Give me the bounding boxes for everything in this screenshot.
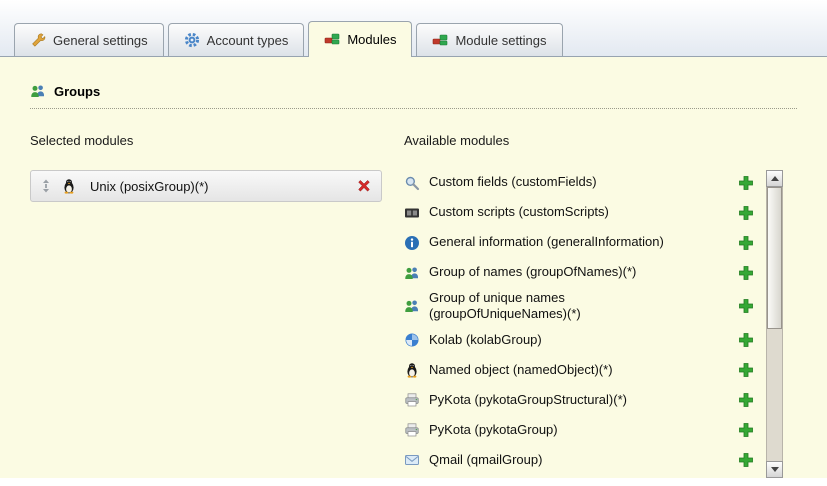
add-module-icon[interactable] — [738, 265, 754, 281]
module-label: General information (generalInformation) — [429, 234, 664, 250]
add-module-icon[interactable] — [738, 422, 754, 438]
tab-label: Account types — [207, 33, 289, 48]
printer-icon — [404, 422, 420, 438]
available-modules-column: Available modules Custom fields (customF… — [404, 133, 797, 478]
scrollbar-track[interactable] — [766, 187, 783, 461]
available-module-row: Qmail (qmailGroup) — [404, 448, 766, 473]
available-module-row: Custom scripts (customScripts) — [404, 200, 766, 225]
available-modules-list-wrap: Custom fields (customFields) Custom scri… — [404, 170, 797, 478]
available-module-row: General information (generalInformation) — [404, 230, 766, 255]
arrow-up-icon — [771, 176, 779, 181]
script-icon — [404, 205, 420, 221]
module-label: Group of unique names (groupOfUniqueName… — [429, 290, 679, 323]
magnifier-icon — [404, 175, 420, 191]
module-label: PyKota (pykotaGroupStructural)(*) — [429, 392, 627, 408]
lam-configuration-page: General settings Account types Modules M… — [0, 0, 827, 486]
section-divider — [30, 108, 797, 109]
available-module-row: Custom fields (customFields) — [404, 170, 766, 195]
tab-general-settings[interactable]: General settings — [14, 23, 164, 56]
add-module-icon[interactable] — [738, 332, 754, 348]
module-columns: Selected modules Unix (posixGroup)(*) — [30, 133, 797, 478]
section-title: Groups — [54, 84, 100, 99]
selected-modules-column: Selected modules Unix (posixGroup)(*) — [30, 133, 382, 478]
scrollbar-thumb[interactable] — [767, 187, 782, 329]
add-module-icon[interactable] — [738, 205, 754, 221]
available-module-row: Group of unique names (groupOfUniqueName… — [404, 290, 766, 323]
selected-module-row[interactable]: Unix (posixGroup)(*) — [30, 170, 382, 202]
add-module-icon[interactable] — [738, 298, 754, 314]
available-module-row: Group of names (groupOfNames)(*) — [404, 260, 766, 285]
group-icon — [404, 298, 420, 314]
tab-modules[interactable]: Modules — [308, 21, 412, 57]
modules-bricks-icon — [432, 32, 448, 48]
content-area: Groups Selected modules Unix (posixGroup… — [0, 56, 827, 478]
add-module-icon[interactable] — [738, 452, 754, 468]
tux-icon — [61, 178, 77, 194]
tab-label: Modules — [347, 32, 396, 47]
add-module-icon[interactable] — [738, 362, 754, 378]
module-label: PyKota (pykotaGroup) — [429, 422, 558, 438]
tux-icon — [404, 362, 420, 378]
remove-module-icon[interactable] — [356, 178, 372, 194]
mail-icon — [404, 452, 420, 468]
scroll-down-button[interactable] — [766, 461, 783, 478]
arrow-down-icon — [771, 467, 779, 472]
module-label: Named object (namedObject)(*) — [429, 362, 613, 378]
info-icon — [404, 235, 420, 251]
tab-label: General settings — [53, 33, 148, 48]
modules-bricks-icon — [324, 31, 340, 47]
gear-icon — [184, 32, 200, 48]
module-label: Custom fields (customFields) — [429, 174, 597, 190]
module-label: Group of names (groupOfNames)(*) — [429, 264, 636, 280]
add-module-icon[interactable] — [738, 175, 754, 191]
kolab-icon — [404, 332, 420, 348]
groups-icon — [30, 83, 46, 99]
scroll-up-button[interactable] — [766, 170, 783, 187]
add-module-icon[interactable] — [738, 392, 754, 408]
selected-module-label: Unix (posixGroup)(*) — [86, 179, 347, 194]
available-modules-list: Custom fields (customFields) Custom scri… — [404, 170, 766, 478]
add-module-icon[interactable] — [738, 235, 754, 251]
tab-account-types[interactable]: Account types — [168, 23, 305, 56]
footer-strip — [0, 478, 827, 486]
tab-bar: General settings Account types Modules M… — [0, 0, 827, 56]
module-label: Qmail (qmailGroup) — [429, 452, 542, 468]
section-header: Groups — [30, 83, 797, 99]
group-icon — [404, 265, 420, 281]
available-module-row: Named object (namedObject)(*) — [404, 358, 766, 383]
drag-handle-icon[interactable] — [40, 178, 52, 194]
available-module-row: PyKota (pykotaGroup) — [404, 418, 766, 443]
module-label: Custom scripts (customScripts) — [429, 204, 609, 220]
available-modules-scrollbar[interactable] — [766, 170, 783, 478]
tab-module-settings[interactable]: Module settings — [416, 23, 562, 56]
available-module-row: Kolab (kolabGroup) — [404, 328, 766, 353]
selected-modules-heading: Selected modules — [30, 133, 382, 148]
tab-label: Module settings — [455, 33, 546, 48]
available-module-row: PyKota (pykotaGroupStructural)(*) — [404, 388, 766, 413]
module-label: Kolab (kolabGroup) — [429, 332, 542, 348]
printer-icon — [404, 392, 420, 408]
wrench-icon — [30, 32, 46, 48]
available-modules-heading: Available modules — [404, 133, 797, 148]
